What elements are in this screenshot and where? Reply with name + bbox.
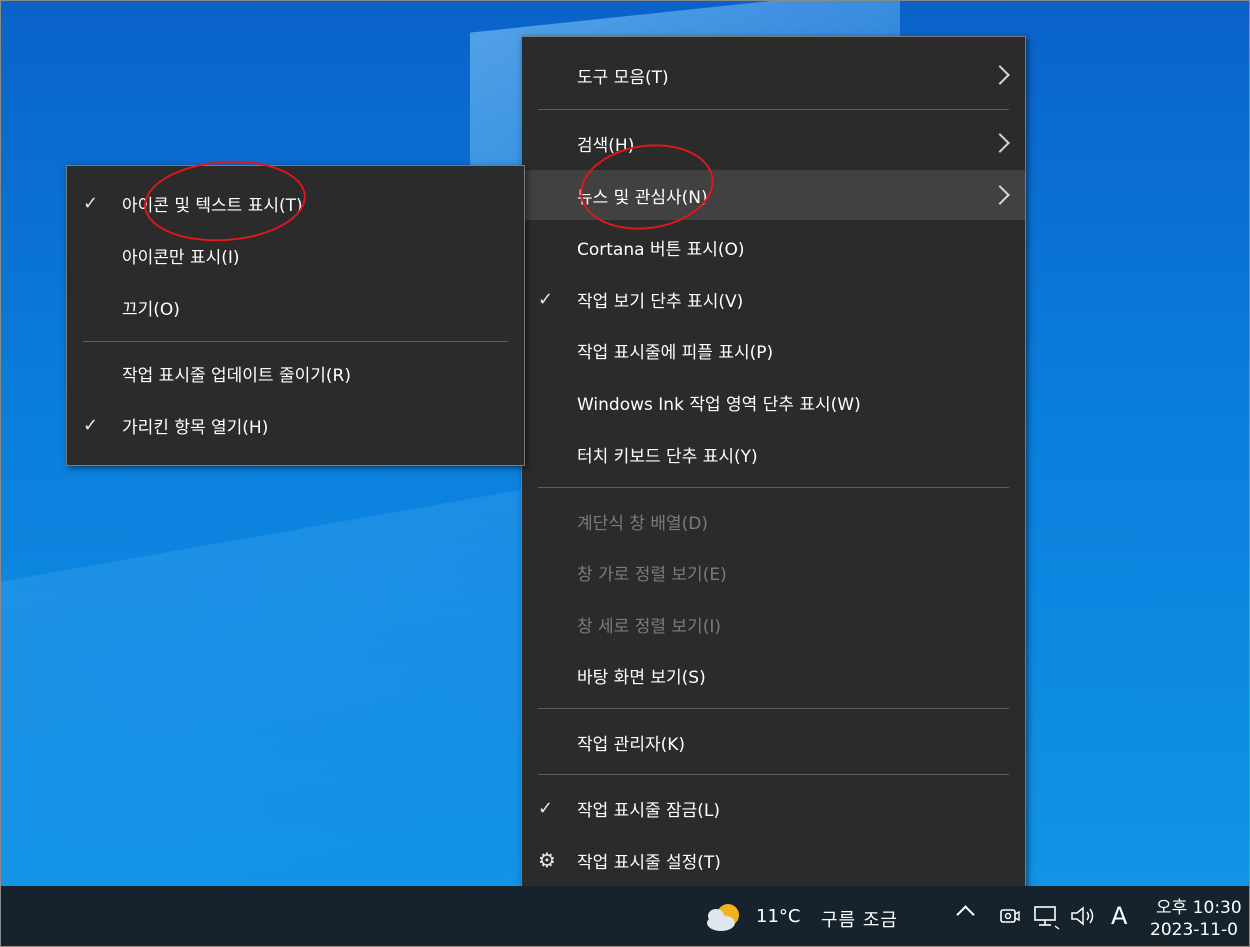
chevron-right-icon (990, 65, 1010, 85)
submenu-item-open-on-hover[interactable]: ✓ 가리킨 항목 열기(H) (67, 400, 524, 450)
menu-item-label: 도구 모음(T) (577, 67, 669, 88)
menu-item-label: 작업 표시줄 업데이트 줄이기(R) (122, 365, 351, 386)
chevron-up-icon[interactable] (956, 905, 975, 924)
volume-icon[interactable] (1069, 904, 1097, 928)
checkmark-icon: ✓ (83, 414, 99, 436)
menu-item-label: 작업 표시줄 설정(T) (577, 852, 721, 873)
menu-separator (538, 708, 1009, 709)
menu-item-cortana-button[interactable]: Cortana 버튼 표시(O) (522, 222, 1025, 272)
network-icon[interactable] (1032, 904, 1060, 930)
menu-item-task-view-button[interactable]: ✓ 작업 보기 단추 표시(V) (522, 274, 1025, 324)
menu-item-taskbar-settings[interactable]: ⚙ 작업 표시줄 설정(T) (522, 835, 1025, 885)
menu-item-label: 창 가로 정렬 보기(E) (577, 564, 727, 585)
submenu-item-reduce-updates[interactable]: 작업 표시줄 업데이트 줄이기(R) (67, 348, 524, 398)
menu-item-label: 창 세로 정렬 보기(I) (577, 616, 721, 637)
menu-item-label: 가리킨 항목 열기(H) (122, 417, 269, 438)
chevron-right-icon (990, 185, 1010, 205)
weather-icon[interactable] (704, 899, 746, 935)
menu-item-label: 아이콘만 표시(I) (122, 247, 240, 268)
menu-item-label: 계단식 창 배열(D) (577, 513, 709, 534)
chevron-right-icon (990, 133, 1010, 153)
menu-item-label: Cortana 버튼 표시(O) (577, 239, 745, 260)
menu-item-people[interactable]: 작업 표시줄에 피플 표시(P) (522, 325, 1025, 375)
menu-item-label: 작업 표시줄에 피플 표시(P) (577, 342, 774, 363)
clock-date[interactable]: 2023-11-0 (1150, 920, 1238, 940)
checkmark-icon: ✓ (83, 192, 99, 214)
menu-item-show-desktop[interactable]: 바탕 화면 보기(S) (522, 650, 1025, 700)
meet-now-icon[interactable] (998, 904, 1020, 928)
menu-item-search[interactable]: 검색(H) (522, 118, 1025, 168)
input-method-indicator[interactable]: A (1111, 902, 1127, 930)
menu-item-label: 작업 보기 단추 표시(V) (577, 291, 744, 312)
menu-item-windows-ink[interactable]: Windows Ink 작업 영역 단추 표시(W) (522, 377, 1025, 427)
menu-item-toolbars[interactable]: 도구 모음(T) (522, 50, 1025, 100)
gear-icon: ⚙ (538, 848, 556, 872)
checkmark-icon: ✓ (538, 288, 554, 310)
menu-item-label: 바탕 화면 보기(S) (577, 667, 706, 688)
menu-separator (83, 341, 508, 342)
menu-item-stacked-windows: 창 가로 정렬 보기(E) (522, 547, 1025, 597)
weather-temperature[interactable]: 11°C (756, 906, 800, 927)
menu-item-task-manager[interactable]: 작업 관리자(K) (522, 717, 1025, 767)
menu-item-label: 끄기(O) (122, 299, 180, 320)
submenu-item-show-icon-only[interactable]: 아이콘만 표시(I) (67, 230, 524, 280)
menu-item-touch-keyboard[interactable]: 터치 키보드 단추 표시(Y) (522, 429, 1025, 479)
menu-separator (538, 487, 1009, 488)
menu-item-label: 작업 관리자(K) (577, 734, 686, 755)
weather-description[interactable]: 구름 조금 (821, 906, 898, 932)
menu-item-label: 작업 표시줄 잠금(L) (577, 800, 721, 821)
clock-time[interactable]: 오후 10:30 (1156, 893, 1242, 918)
menu-item-side-by-side-windows: 창 세로 정렬 보기(I) (522, 599, 1025, 649)
menu-separator (538, 774, 1009, 775)
menu-item-lock-taskbar[interactable]: ✓ 작업 표시줄 잠금(L) (522, 783, 1025, 833)
menu-item-cascade-windows: 계단식 창 배열(D) (522, 496, 1025, 546)
taskbar: 11°C 구름 조금 A 오후 10:30 2023-11-0 (0, 886, 1250, 947)
menu-separator (538, 109, 1009, 110)
checkmark-icon: ✓ (538, 797, 554, 819)
menu-item-label: 터치 키보드 단추 표시(Y) (577, 446, 758, 467)
menu-item-label: Windows Ink 작업 영역 단추 표시(W) (577, 394, 861, 415)
submenu-item-turn-off[interactable]: 끄기(O) (67, 282, 524, 332)
